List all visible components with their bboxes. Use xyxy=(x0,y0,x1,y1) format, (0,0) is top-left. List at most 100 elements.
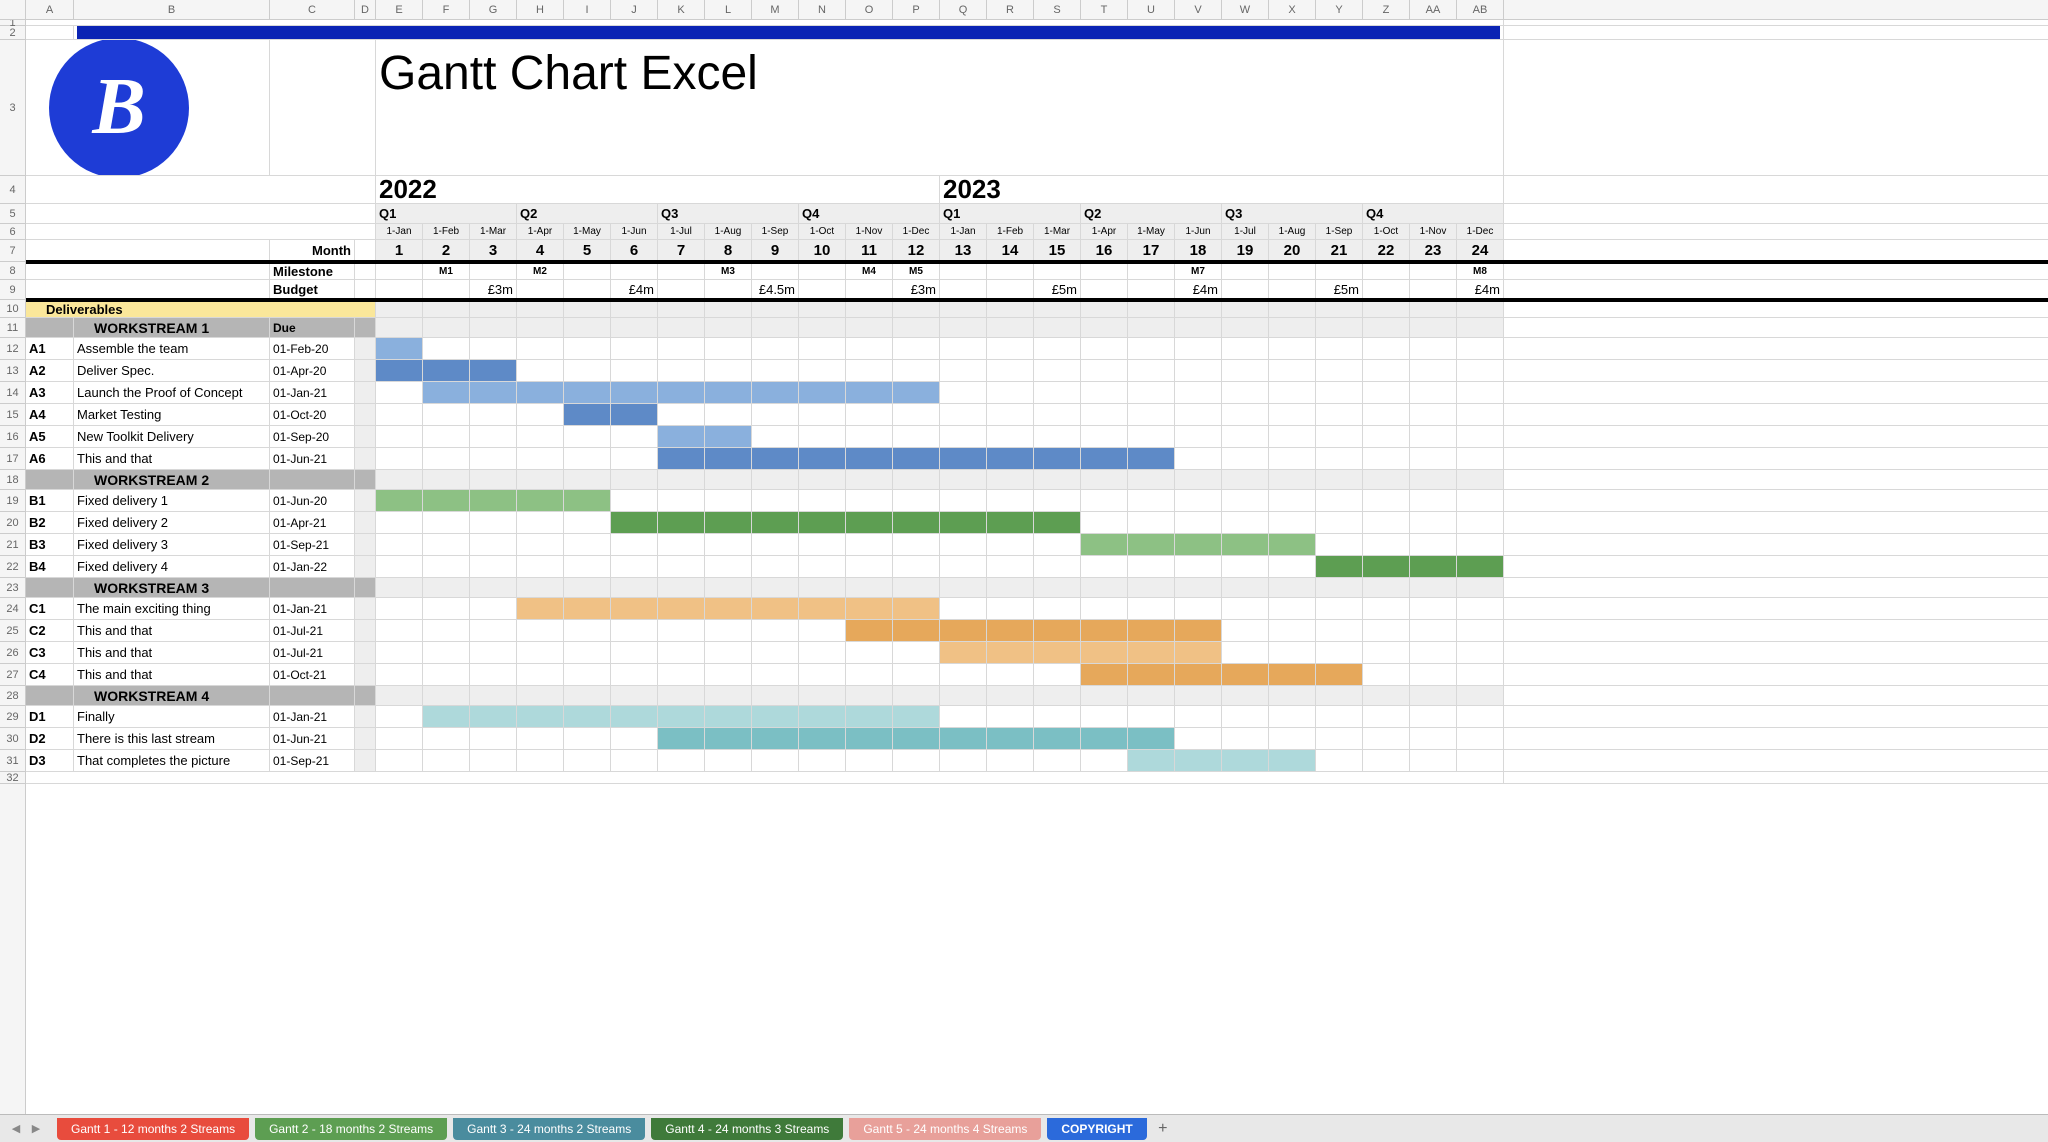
gantt-empty-cell[interactable] xyxy=(611,664,658,685)
column-header-D[interactable]: D xyxy=(355,0,376,19)
column-header-P[interactable]: P xyxy=(893,0,940,19)
budget-cell[interactable] xyxy=(1128,280,1175,298)
gantt-empty-cell[interactable] xyxy=(1316,448,1363,469)
gantt-empty-cell[interactable] xyxy=(1175,448,1222,469)
budget-cell[interactable] xyxy=(517,280,564,298)
gantt-empty-cell[interactable] xyxy=(423,750,470,771)
gantt-empty-cell[interactable] xyxy=(893,750,940,771)
gantt-empty-cell[interactable] xyxy=(1128,338,1175,359)
gantt-bar-cell[interactable] xyxy=(705,382,752,403)
gantt-bar-cell[interactable] xyxy=(940,642,987,663)
row-header-6[interactable]: 6 xyxy=(0,224,25,240)
row-header-2[interactable]: 2 xyxy=(0,26,25,40)
milestone-cell[interactable]: M5 xyxy=(893,264,940,279)
gantt-empty-cell[interactable] xyxy=(1410,360,1457,381)
row-15[interactable]: A4Market Testing01-Oct-20 xyxy=(26,404,2048,426)
gantt-bar-cell[interactable] xyxy=(423,706,470,727)
gantt-empty-cell[interactable] xyxy=(987,750,1034,771)
gantt-empty-cell[interactable] xyxy=(940,426,987,447)
gantt-empty-cell[interactable] xyxy=(893,534,940,555)
gantt-empty-cell[interactable] xyxy=(893,360,940,381)
gantt-empty-cell[interactable] xyxy=(1269,360,1316,381)
gantt-empty-cell[interactable] xyxy=(658,404,705,425)
gantt-empty-cell[interactable] xyxy=(1175,490,1222,511)
gantt-empty-cell[interactable] xyxy=(1410,534,1457,555)
column-header-K[interactable]: K xyxy=(658,0,705,19)
row-6[interactable]: 1-Jan1-Feb1-Mar1-Apr1-May1-Jun1-Jul1-Aug… xyxy=(26,224,2048,240)
gantt-empty-cell[interactable] xyxy=(1222,360,1269,381)
gantt-empty-cell[interactable] xyxy=(470,556,517,577)
gantt-empty-cell[interactable] xyxy=(799,360,846,381)
gantt-empty-cell[interactable] xyxy=(1410,490,1457,511)
column-header-V[interactable]: V xyxy=(1175,0,1222,19)
row-2[interactable] xyxy=(26,26,2048,40)
gantt-empty-cell[interactable] xyxy=(517,360,564,381)
gantt-empty-cell[interactable] xyxy=(893,642,940,663)
task-name[interactable]: New Toolkit Delivery xyxy=(74,426,270,447)
gantt-empty-cell[interactable] xyxy=(799,556,846,577)
row-header-29[interactable]: 29 xyxy=(0,706,25,728)
gantt-bar-cell[interactable] xyxy=(1128,728,1175,749)
row-7[interactable]: Month12345678910111213141516171819202122… xyxy=(26,240,2048,262)
gantt-bar-cell[interactable] xyxy=(1175,750,1222,771)
budget-cell[interactable] xyxy=(799,280,846,298)
gantt-empty-cell[interactable] xyxy=(799,642,846,663)
gantt-bar-cell[interactable] xyxy=(752,598,799,619)
row-header-8[interactable]: 8 xyxy=(0,262,25,280)
gantt-empty-cell[interactable] xyxy=(517,338,564,359)
gantt-bar-cell[interactable] xyxy=(940,620,987,641)
gantt-empty-cell[interactable] xyxy=(1363,448,1410,469)
gantt-bar-cell[interactable] xyxy=(893,448,940,469)
task-due-date[interactable]: 01-Sep-20 xyxy=(270,426,355,447)
milestone-cell[interactable]: M4 xyxy=(846,264,893,279)
task-due-date[interactable]: 01-Jun-21 xyxy=(270,448,355,469)
gantt-bar-cell[interactable] xyxy=(1034,620,1081,641)
budget-cell[interactable] xyxy=(1081,280,1128,298)
gantt-empty-cell[interactable] xyxy=(987,382,1034,403)
gantt-bar-cell[interactable] xyxy=(611,512,658,533)
gantt-bar-cell[interactable] xyxy=(987,620,1034,641)
gantt-empty-cell[interactable] xyxy=(423,598,470,619)
gantt-empty-cell[interactable] xyxy=(1081,338,1128,359)
milestone-cell[interactable] xyxy=(1316,264,1363,279)
gantt-empty-cell[interactable] xyxy=(987,556,1034,577)
gantt-empty-cell[interactable] xyxy=(1316,728,1363,749)
row-header-7[interactable]: 7 xyxy=(0,240,25,262)
gantt-bar-cell[interactable] xyxy=(705,426,752,447)
task-due-date[interactable]: 01-Apr-20 xyxy=(270,360,355,381)
gantt-empty-cell[interactable] xyxy=(1363,750,1410,771)
gantt-bar-cell[interactable] xyxy=(564,382,611,403)
gantt-empty-cell[interactable] xyxy=(940,490,987,511)
gantt-empty-cell[interactable] xyxy=(376,620,423,641)
gantt-bar-cell[interactable] xyxy=(940,448,987,469)
gantt-empty-cell[interactable] xyxy=(1128,556,1175,577)
gantt-bar-cell[interactable] xyxy=(846,512,893,533)
row-3[interactable]: BGantt Chart Excel xyxy=(26,40,2048,176)
gantt-empty-cell[interactable] xyxy=(940,556,987,577)
gantt-empty-cell[interactable] xyxy=(752,404,799,425)
gantt-empty-cell[interactable] xyxy=(1081,556,1128,577)
row-27[interactable]: C4This and that01-Oct-21 xyxy=(26,664,2048,686)
gantt-empty-cell[interactable] xyxy=(376,426,423,447)
gantt-bar-cell[interactable] xyxy=(1410,556,1457,577)
gantt-empty-cell[interactable] xyxy=(1410,598,1457,619)
row-17[interactable]: A6This and that01-Jun-21 xyxy=(26,448,2048,470)
gantt-empty-cell[interactable] xyxy=(1128,404,1175,425)
row-14[interactable]: A3Launch the Proof of Concept01-Jan-21 xyxy=(26,382,2048,404)
row-header-10[interactable]: 10 xyxy=(0,300,25,318)
row-header-16[interactable]: 16 xyxy=(0,426,25,448)
task-name[interactable]: That completes the picture xyxy=(74,750,270,771)
gantt-empty-cell[interactable] xyxy=(1081,598,1128,619)
gantt-empty-cell[interactable] xyxy=(987,360,1034,381)
gantt-empty-cell[interactable] xyxy=(1269,404,1316,425)
milestone-cell[interactable] xyxy=(1034,264,1081,279)
gantt-empty-cell[interactable] xyxy=(1410,664,1457,685)
gantt-empty-cell[interactable] xyxy=(564,642,611,663)
gantt-empty-cell[interactable] xyxy=(1081,750,1128,771)
gantt-empty-cell[interactable] xyxy=(611,728,658,749)
column-header-X[interactable]: X xyxy=(1269,0,1316,19)
gantt-empty-cell[interactable] xyxy=(423,512,470,533)
task-due-date[interactable]: 01-Jan-21 xyxy=(270,382,355,403)
milestone-cell[interactable] xyxy=(1128,264,1175,279)
gantt-empty-cell[interactable] xyxy=(1363,728,1410,749)
